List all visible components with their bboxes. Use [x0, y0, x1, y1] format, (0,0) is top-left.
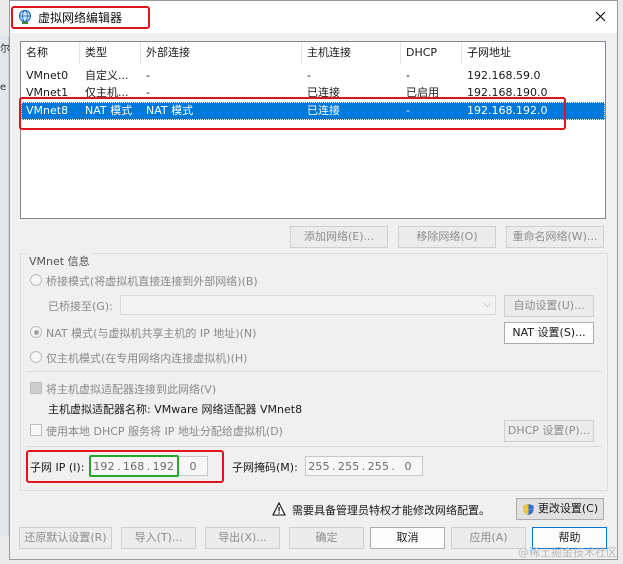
cell-type: 仅主机... [85, 86, 129, 99]
change-settings-button[interactable]: 更改设置(C) [516, 498, 604, 520]
ip-octet: 192 [93, 459, 115, 473]
vmnet-info-label: VMnet 信息 [27, 253, 92, 269]
column-header-external[interactable]: 外部连接 [141, 42, 302, 64]
column-header-host[interactable]: 主机连接 [302, 42, 401, 64]
export-button[interactable]: 导出(X)... [205, 527, 280, 549]
mask-octet: 0 [404, 459, 412, 473]
column-header-subnet[interactable]: 子网地址 [462, 42, 605, 64]
cell-subnet: 192.168.59.0 [467, 69, 541, 82]
window-title: 虚拟网络编辑器 [38, 11, 123, 25]
cell-host: - [307, 69, 311, 82]
background-text-fragment: e [0, 82, 7, 93]
use-dhcp-checkbox[interactable] [30, 424, 42, 436]
table-row[interactable]: VMnet0 自定义... - - - 192.168.59.0 [21, 67, 605, 85]
table-header: 名称 类型 外部连接 主机连接 DHCP 子网地址 [21, 42, 605, 64]
restore-defaults-button[interactable]: 还原默认设置(R) [19, 527, 112, 549]
import-button[interactable]: 导入(T)... [121, 527, 196, 549]
cell-name: VMnet1 [26, 86, 69, 99]
add-network-button[interactable]: 添加网络(E)... [290, 226, 388, 248]
mask-octet: 255 [337, 459, 360, 473]
background-window-edge [0, 36, 9, 536]
adapter-name-label: 主机虚拟适配器名称: VMware 网络适配器 VMnet8 [48, 403, 303, 416]
column-header-type[interactable]: 类型 [80, 42, 141, 64]
cell-type: 自定义... [85, 69, 129, 82]
cell-external: NAT 模式 [146, 104, 194, 117]
admin-warning-text: 需要具备管理员特权才能修改网络配置。 [292, 504, 490, 517]
warning-icon [272, 502, 286, 516]
background-text-fragment: 尔 [0, 44, 9, 55]
ip-octet: 0 [189, 459, 197, 473]
cell-external: - [146, 86, 150, 99]
host-only-radio[interactable] [30, 351, 42, 363]
remove-network-button[interactable]: 移除网络(O) [398, 226, 496, 248]
table-row[interactable]: VMnet1 仅主机... - 已连接 已启用 192.168.190.0 [21, 84, 605, 102]
network-table[interactable]: 名称 类型 外部连接 主机连接 DHCP 子网地址 VMnet0 自定义... … [20, 41, 606, 219]
connect-adapter-checkbox[interactable] [30, 382, 42, 394]
divider [26, 371, 602, 372]
ip-octet: 168 [122, 459, 145, 473]
rename-network-button[interactable]: 重命名网络(W)... [506, 226, 604, 248]
dhcp-settings-button[interactable]: DHCP 设置(P)... [504, 420, 594, 442]
bridged-to-label: 已桥接至(G): [48, 300, 113, 313]
subnet-mask-label: 子网掩码(M): [232, 461, 298, 474]
subnet-mask-input[interactable]: 255. 255. 255. 0 [305, 456, 423, 476]
apply-button[interactable]: 应用(A) [451, 527, 526, 549]
cell-name: VMnet8 [26, 104, 69, 117]
subnet-ip-label: 子网 IP (I): [30, 461, 85, 474]
admin-shield-icon [523, 503, 534, 515]
bridge-mode-label: 桥接模式(将虚拟机直接连接到外部网络)(B) [46, 275, 258, 288]
connect-adapter-label: 将主机虚拟适配器连接到此网络(V) [46, 383, 217, 396]
cell-dhcp: - [406, 104, 410, 117]
chevron-down-icon: ⌵ [483, 299, 491, 310]
nat-mode-label: NAT 模式(与虚拟机共享主机的 IP 地址)(N) [46, 327, 257, 340]
cell-subnet: 192.168.190.0 [467, 86, 548, 99]
ip-octet: 192 [152, 459, 175, 473]
use-dhcp-label: 使用本地 DHCP 服务将 IP 地址分配给虚拟机(D) [46, 425, 283, 438]
mask-octet: 255 [367, 459, 390, 473]
cell-host: 已连接 [307, 104, 340, 117]
cell-host: 已连接 [307, 86, 340, 99]
network-globe-icon [18, 9, 32, 24]
close-icon [595, 11, 605, 21]
subnet-ip-input[interactable]: 192. 168. 192. 0 [90, 456, 208, 476]
cell-subnet: 192.168.192.0 [467, 104, 548, 117]
column-header-name[interactable]: 名称 [21, 42, 80, 64]
auto-settings-button[interactable]: 自动设置(U)... [504, 295, 594, 317]
cell-name: VMnet0 [26, 69, 69, 82]
ok-button[interactable]: 确定 [289, 527, 364, 549]
cell-external: - [146, 69, 150, 82]
nat-settings-button[interactable]: NAT 设置(S)... [504, 322, 594, 344]
column-header-dhcp[interactable]: DHCP [401, 42, 462, 64]
table-row-selected[interactable]: VMnet8 NAT 模式 NAT 模式 已连接 - 192.168.192.0 [21, 102, 605, 120]
watermark: @稀土掘金技术社区 [518, 546, 617, 559]
bridged-to-dropdown[interactable]: ⌵ [120, 295, 496, 315]
cancel-button[interactable]: 取消 [370, 527, 445, 549]
bridge-mode-radio[interactable] [30, 274, 42, 286]
change-settings-label: 更改设置(C) [537, 502, 599, 515]
cell-dhcp: - [406, 69, 410, 82]
close-button[interactable] [583, 1, 617, 31]
virtual-network-editor-dialog: 虚拟网络编辑器 名称 类型 外部连接 主机连接 DHCP 子网地址 VMnet0… [9, 0, 618, 560]
title-bar: 虚拟网络编辑器 [10, 1, 617, 33]
host-only-label: 仅主机模式(在专用网络内连接虚拟机)(H) [46, 352, 248, 365]
divider [26, 446, 602, 447]
nat-mode-radio[interactable] [30, 326, 42, 338]
mask-octet: 255 [308, 459, 330, 473]
cell-dhcp: 已启用 [406, 86, 439, 99]
cell-type: NAT 模式 [85, 104, 133, 117]
